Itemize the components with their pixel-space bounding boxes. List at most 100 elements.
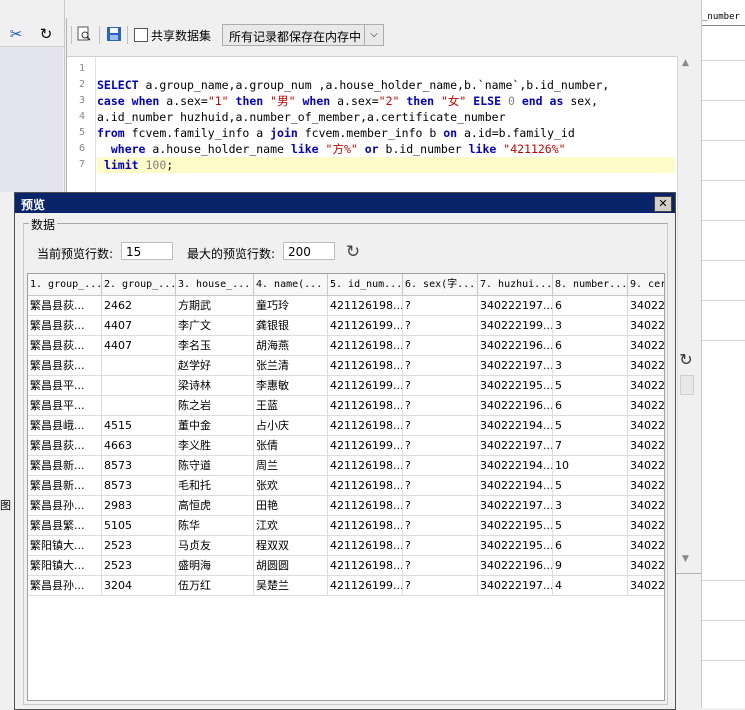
table-cell[interactable]: 高恒虎 <box>176 496 254 516</box>
table-cell[interactable]: ? <box>403 416 478 436</box>
table-cell[interactable]: 34022 <box>628 516 664 536</box>
table-cell[interactable]: 340222194... <box>478 416 553 436</box>
column-header[interactable]: 8. number... <box>553 274 628 296</box>
table-cell[interactable]: 421126198... <box>328 396 403 416</box>
max-rows-input[interactable]: 200 <box>283 242 335 260</box>
table-cell[interactable]: 34022 <box>628 316 664 336</box>
search-doc-icon[interactable] <box>75 26 93 44</box>
table-cell[interactable]: 4407 <box>102 316 176 336</box>
table-cell[interactable]: 7 <box>553 436 628 456</box>
table-cell[interactable]: 繁昌县平... <box>28 396 102 416</box>
table-cell[interactable]: 李惠敏 <box>254 376 328 396</box>
column-header[interactable]: 5. id_num... <box>328 274 403 296</box>
table-cell[interactable]: 田艳 <box>254 496 328 516</box>
table-cell[interactable]: 毛和托 <box>176 476 254 496</box>
column-header[interactable]: 4. name(... <box>254 274 328 296</box>
table-cell[interactable]: 3 <box>553 316 628 336</box>
table-cell[interactable]: 占小庆 <box>254 416 328 436</box>
table-cell[interactable]: 董中金 <box>176 416 254 436</box>
table-cell[interactable]: 421126198... <box>328 496 403 516</box>
editor-scrollbar[interactable]: ▲ ▼ <box>677 56 700 566</box>
table-cell[interactable]: ? <box>403 396 478 416</box>
column-header[interactable]: 3. house_... <box>176 274 254 296</box>
table-cell[interactable]: 10 <box>553 456 628 476</box>
table-cell[interactable]: 340222194... <box>478 456 553 476</box>
table-cell[interactable]: 34022 <box>628 336 664 356</box>
table-cell[interactable]: 8573 <box>102 456 176 476</box>
table-cell[interactable]: 马贞友 <box>176 536 254 556</box>
table-cell[interactable]: 盛明海 <box>176 556 254 576</box>
share-dataset-checkbox[interactable] <box>134 28 148 42</box>
table-cell[interactable]: 34022 <box>628 456 664 476</box>
table-cell[interactable]: 34022 <box>628 476 664 496</box>
table-cell[interactable]: 繁昌县荻... <box>28 316 102 336</box>
column-header[interactable]: 6. sex(字... <box>403 274 478 296</box>
table-cell[interactable]: 江欢 <box>254 516 328 536</box>
table-cell[interactable]: ? <box>403 456 478 476</box>
current-rows-input[interactable]: 15 <box>121 242 173 260</box>
table-cell[interactable]: 34022 <box>628 416 664 436</box>
table-cell[interactable]: 34022 <box>628 356 664 376</box>
save-icon[interactable] <box>105 26 123 44</box>
column-header[interactable]: 2. group_... <box>102 274 176 296</box>
table-cell[interactable]: 421126198... <box>328 416 403 436</box>
table-cell[interactable]: 34022 <box>628 436 664 456</box>
preview-data-grid[interactable]: 1. group_... 2. group_... 3. house_... 4. n… <box>27 273 665 701</box>
table-cell[interactable] <box>102 396 176 416</box>
table-cell[interactable]: 繁昌县孙... <box>28 496 102 516</box>
table-cell[interactable]: 程双双 <box>254 536 328 556</box>
table-cell[interactable]: 421126198... <box>328 336 403 356</box>
table-cell[interactable]: 34022 <box>628 576 664 596</box>
table-cell[interactable]: 340222195... <box>478 536 553 556</box>
table-cell[interactable]: 5105 <box>102 516 176 536</box>
table-cell[interactable]: ? <box>403 556 478 576</box>
table-cell[interactable]: 4 <box>553 576 628 596</box>
scroll-down-icon[interactable]: ▼ <box>682 554 689 564</box>
table-cell[interactable]: 繁昌县荻... <box>28 356 102 376</box>
table-cell[interactable]: 繁昌县荻... <box>28 436 102 456</box>
table-cell[interactable]: 3 <box>553 356 628 376</box>
table-cell[interactable]: 繁昌县荻... <box>28 296 102 316</box>
table-cell[interactable]: ? <box>403 316 478 336</box>
table-cell[interactable]: 421126199... <box>328 576 403 596</box>
table-cell[interactable]: 繁昌县荻... <box>28 336 102 356</box>
table-cell[interactable]: 李义胜 <box>176 436 254 456</box>
table-cell[interactable] <box>102 376 176 396</box>
table-cell[interactable]: 34022 <box>628 556 664 576</box>
table-cell[interactable]: ? <box>403 336 478 356</box>
scissors-icon[interactable]: ✂ <box>6 24 26 44</box>
table-cell[interactable]: 421126199... <box>328 376 403 396</box>
column-header[interactable]: 1. group_... <box>28 274 102 296</box>
table-cell[interactable]: 5 <box>553 476 628 496</box>
table-cell[interactable]: 340222195... <box>478 376 553 396</box>
table-cell[interactable]: 421126199... <box>328 436 403 456</box>
table-cell[interactable]: ? <box>403 476 478 496</box>
table-cell[interactable]: 张兰清 <box>254 356 328 376</box>
table-cell[interactable]: 4407 <box>102 336 176 356</box>
table-cell[interactable]: 340222197... <box>478 356 553 376</box>
table-cell[interactable]: ? <box>403 296 478 316</box>
table-cell[interactable]: 340222197... <box>478 576 553 596</box>
table-cell[interactable]: 赵学好 <box>176 356 254 376</box>
table-cell[interactable]: 340222196... <box>478 396 553 416</box>
refresh-icon[interactable]: ↻ <box>343 242 363 262</box>
table-cell[interactable]: 吴楚兰 <box>254 576 328 596</box>
table-cell[interactable]: 34022 <box>628 536 664 556</box>
left-list-area[interactable] <box>0 47 63 192</box>
table-cell[interactable]: 张欢 <box>254 476 328 496</box>
table-cell[interactable]: 张倩 <box>254 436 328 456</box>
table-cell[interactable]: 李广文 <box>176 316 254 336</box>
table-cell[interactable]: 421126198... <box>328 556 403 576</box>
table-cell[interactable]: 陈守道 <box>176 456 254 476</box>
table-cell[interactable]: 5 <box>553 376 628 396</box>
table-cell[interactable]: 340222194... <box>478 476 553 496</box>
table-cell[interactable]: ? <box>403 376 478 396</box>
table-cell[interactable]: 方期武 <box>176 296 254 316</box>
table-cell[interactable]: ? <box>403 496 478 516</box>
table-cell[interactable]: 繁昌县新... <box>28 476 102 496</box>
table-cell[interactable]: 伍万红 <box>176 576 254 596</box>
table-cell[interactable]: 2523 <box>102 536 176 556</box>
table-cell[interactable]: 3 <box>553 496 628 516</box>
table-cell[interactable]: 龚银银 <box>254 316 328 336</box>
table-cell[interactable]: 340222196... <box>478 556 553 576</box>
